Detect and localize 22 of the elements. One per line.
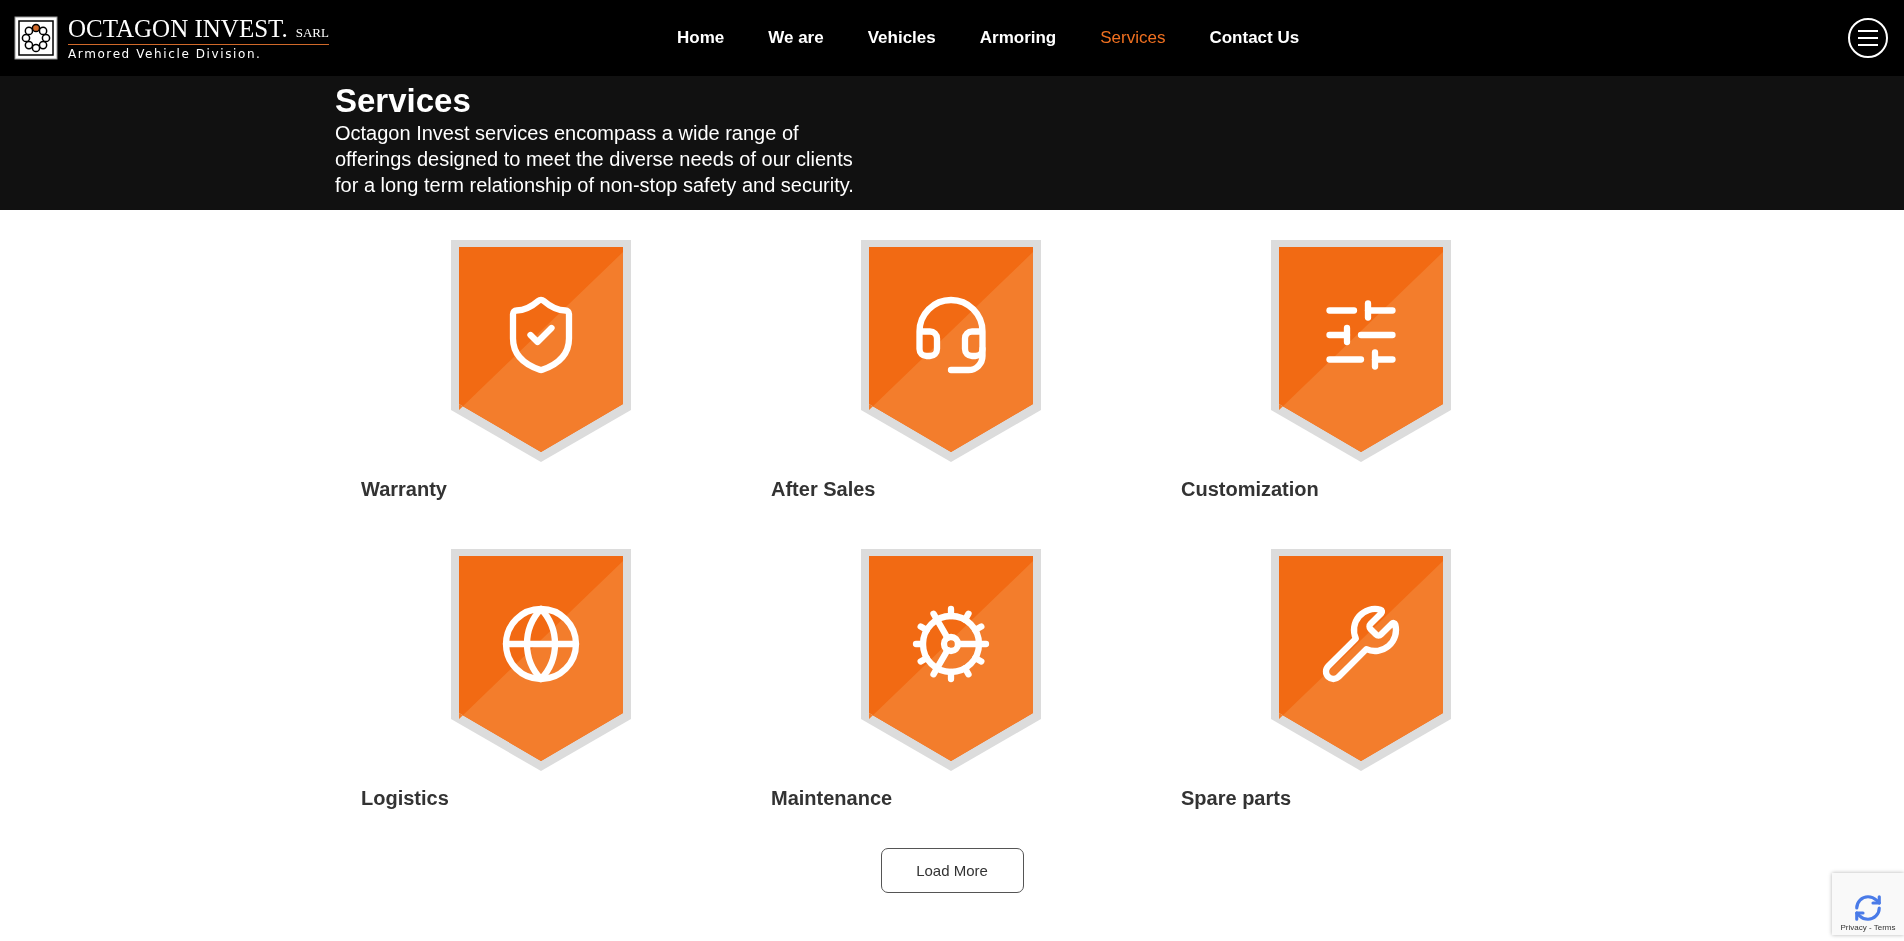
hero-text: Octagon Invest services encompass a wide range of offerings designed to meet the diverse needs of our clients for a long term relationship of non-stop safety and security. <box>335 121 855 198</box>
logo-suffix: SARL <box>295 24 329 41</box>
service-title: Warranty <box>361 478 448 501</box>
nav-link[interactable]: Vehicles <box>867 28 936 48</box>
nav-link[interactable]: Armoring <box>979 28 1057 48</box>
captcha-logo-icon <box>1853 893 1883 923</box>
load-more-button[interactable]: Load More <box>880 848 1024 893</box>
nav-link[interactable]: Services <box>1100 28 1166 48</box>
service-title: Customization <box>1181 478 1320 501</box>
service-title: Logistics <box>361 787 450 810</box>
hero-title: Services <box>335 82 472 120</box>
nav-link[interactable]: Home <box>677 28 725 48</box>
logo-tagline: Armored Vehicle Division. <box>68 46 263 61</box>
service-title: After Sales <box>771 478 877 501</box>
logo-mark-icon <box>14 16 58 60</box>
nav-link[interactable]: We are <box>768 28 824 48</box>
service-title: Spare parts <box>1181 787 1293 810</box>
nav-link[interactable]: Contact Us <box>1209 28 1300 48</box>
captcha-links[interactable]: Privacy - Terms <box>1840 923 1896 932</box>
menu-button[interactable] <box>1848 18 1888 58</box>
service-title: Maintenance <box>771 787 894 810</box>
logo-name: OCTAGON INVEST. <box>68 15 288 42</box>
